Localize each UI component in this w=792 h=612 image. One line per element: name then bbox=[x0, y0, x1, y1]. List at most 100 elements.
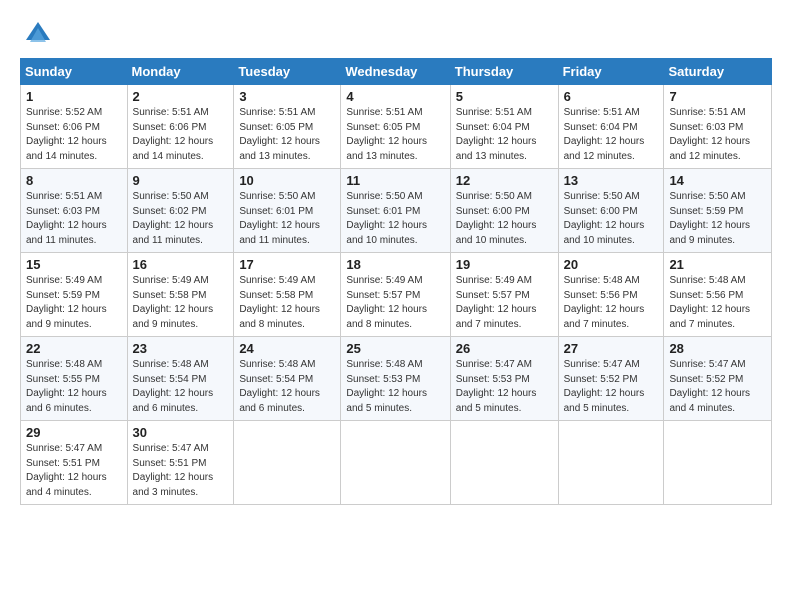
day-detail: Sunrise: 5:51 AMSunset: 6:05 PMDaylight:… bbox=[239, 107, 320, 162]
day-detail: Sunrise: 5:47 AMSunset: 5:53 PMDaylight:… bbox=[456, 359, 537, 414]
page: SundayMondayTuesdayWednesdayThursdayFrid… bbox=[0, 0, 792, 612]
header bbox=[20, 16, 772, 48]
calendar-header-row: SundayMondayTuesdayWednesdayThursdayFrid… bbox=[21, 59, 772, 85]
calendar-cell: 19 Sunrise: 5:49 AMSunset: 5:57 PMDaylig… bbox=[450, 253, 558, 337]
day-detail: Sunrise: 5:48 AMSunset: 5:56 PMDaylight:… bbox=[669, 275, 750, 330]
calendar-cell: 16 Sunrise: 5:49 AMSunset: 5:58 PMDaylig… bbox=[127, 253, 234, 337]
calendar-cell: 28 Sunrise: 5:47 AMSunset: 5:52 PMDaylig… bbox=[664, 337, 772, 421]
day-number: 2 bbox=[133, 89, 229, 104]
day-detail: Sunrise: 5:50 AMSunset: 6:00 PMDaylight:… bbox=[456, 191, 537, 246]
calendar-cell bbox=[450, 421, 558, 505]
calendar-week-row: 1 Sunrise: 5:52 AMSunset: 6:06 PMDayligh… bbox=[21, 85, 772, 169]
day-detail: Sunrise: 5:49 AMSunset: 5:57 PMDaylight:… bbox=[456, 275, 537, 330]
calendar-cell: 17 Sunrise: 5:49 AMSunset: 5:58 PMDaylig… bbox=[234, 253, 341, 337]
calendar-cell: 24 Sunrise: 5:48 AMSunset: 5:54 PMDaylig… bbox=[234, 337, 341, 421]
day-number: 25 bbox=[346, 341, 444, 356]
day-detail: Sunrise: 5:48 AMSunset: 5:55 PMDaylight:… bbox=[26, 359, 107, 414]
calendar-header-friday: Friday bbox=[558, 59, 664, 85]
calendar-cell: 7 Sunrise: 5:51 AMSunset: 6:03 PMDayligh… bbox=[664, 85, 772, 169]
day-number: 5 bbox=[456, 89, 553, 104]
calendar-cell: 18 Sunrise: 5:49 AMSunset: 5:57 PMDaylig… bbox=[341, 253, 450, 337]
day-number: 3 bbox=[239, 89, 335, 104]
calendar-header-tuesday: Tuesday bbox=[234, 59, 341, 85]
day-number: 19 bbox=[456, 257, 553, 272]
day-number: 22 bbox=[26, 341, 122, 356]
calendar-header-monday: Monday bbox=[127, 59, 234, 85]
day-detail: Sunrise: 5:48 AMSunset: 5:53 PMDaylight:… bbox=[346, 359, 427, 414]
calendar-cell: 21 Sunrise: 5:48 AMSunset: 5:56 PMDaylig… bbox=[664, 253, 772, 337]
day-detail: Sunrise: 5:49 AMSunset: 5:58 PMDaylight:… bbox=[239, 275, 320, 330]
calendar-cell: 3 Sunrise: 5:51 AMSunset: 6:05 PMDayligh… bbox=[234, 85, 341, 169]
day-detail: Sunrise: 5:48 AMSunset: 5:56 PMDaylight:… bbox=[564, 275, 645, 330]
day-detail: Sunrise: 5:51 AMSunset: 6:06 PMDaylight:… bbox=[133, 107, 214, 162]
day-detail: Sunrise: 5:50 AMSunset: 6:01 PMDaylight:… bbox=[346, 191, 427, 246]
calendar-week-row: 22 Sunrise: 5:48 AMSunset: 5:55 PMDaylig… bbox=[21, 337, 772, 421]
day-number: 12 bbox=[456, 173, 553, 188]
day-detail: Sunrise: 5:50 AMSunset: 6:00 PMDaylight:… bbox=[564, 191, 645, 246]
day-number: 7 bbox=[669, 89, 766, 104]
calendar-cell: 22 Sunrise: 5:48 AMSunset: 5:55 PMDaylig… bbox=[21, 337, 128, 421]
calendar-cell: 5 Sunrise: 5:51 AMSunset: 6:04 PMDayligh… bbox=[450, 85, 558, 169]
calendar-cell bbox=[664, 421, 772, 505]
day-detail: Sunrise: 5:47 AMSunset: 5:52 PMDaylight:… bbox=[564, 359, 645, 414]
day-number: 24 bbox=[239, 341, 335, 356]
day-detail: Sunrise: 5:51 AMSunset: 6:03 PMDaylight:… bbox=[26, 191, 107, 246]
calendar-cell: 15 Sunrise: 5:49 AMSunset: 5:59 PMDaylig… bbox=[21, 253, 128, 337]
day-number: 28 bbox=[669, 341, 766, 356]
calendar-cell: 25 Sunrise: 5:48 AMSunset: 5:53 PMDaylig… bbox=[341, 337, 450, 421]
calendar-cell: 30 Sunrise: 5:47 AMSunset: 5:51 PMDaylig… bbox=[127, 421, 234, 505]
day-detail: Sunrise: 5:51 AMSunset: 6:04 PMDaylight:… bbox=[564, 107, 645, 162]
day-number: 30 bbox=[133, 425, 229, 440]
calendar-cell: 14 Sunrise: 5:50 AMSunset: 5:59 PMDaylig… bbox=[664, 169, 772, 253]
day-number: 11 bbox=[346, 173, 444, 188]
day-number: 6 bbox=[564, 89, 659, 104]
calendar-week-row: 29 Sunrise: 5:47 AMSunset: 5:51 PMDaylig… bbox=[21, 421, 772, 505]
day-detail: Sunrise: 5:52 AMSunset: 6:06 PMDaylight:… bbox=[26, 107, 107, 162]
day-detail: Sunrise: 5:47 AMSunset: 5:51 PMDaylight:… bbox=[133, 443, 214, 498]
day-detail: Sunrise: 5:48 AMSunset: 5:54 PMDaylight:… bbox=[133, 359, 214, 414]
day-number: 13 bbox=[564, 173, 659, 188]
logo bbox=[20, 20, 52, 48]
calendar-cell bbox=[558, 421, 664, 505]
calendar-week-row: 8 Sunrise: 5:51 AMSunset: 6:03 PMDayligh… bbox=[21, 169, 772, 253]
calendar-cell: 1 Sunrise: 5:52 AMSunset: 6:06 PMDayligh… bbox=[21, 85, 128, 169]
day-number: 15 bbox=[26, 257, 122, 272]
calendar-header-saturday: Saturday bbox=[664, 59, 772, 85]
calendar-cell: 23 Sunrise: 5:48 AMSunset: 5:54 PMDaylig… bbox=[127, 337, 234, 421]
day-number: 16 bbox=[133, 257, 229, 272]
day-detail: Sunrise: 5:51 AMSunset: 6:04 PMDaylight:… bbox=[456, 107, 537, 162]
day-number: 29 bbox=[26, 425, 122, 440]
calendar-cell: 11 Sunrise: 5:50 AMSunset: 6:01 PMDaylig… bbox=[341, 169, 450, 253]
calendar-cell: 10 Sunrise: 5:50 AMSunset: 6:01 PMDaylig… bbox=[234, 169, 341, 253]
day-detail: Sunrise: 5:50 AMSunset: 5:59 PMDaylight:… bbox=[669, 191, 750, 246]
calendar-cell bbox=[341, 421, 450, 505]
calendar-cell: 8 Sunrise: 5:51 AMSunset: 6:03 PMDayligh… bbox=[21, 169, 128, 253]
day-detail: Sunrise: 5:47 AMSunset: 5:52 PMDaylight:… bbox=[669, 359, 750, 414]
calendar-cell: 29 Sunrise: 5:47 AMSunset: 5:51 PMDaylig… bbox=[21, 421, 128, 505]
day-number: 9 bbox=[133, 173, 229, 188]
day-number: 18 bbox=[346, 257, 444, 272]
day-detail: Sunrise: 5:48 AMSunset: 5:54 PMDaylight:… bbox=[239, 359, 320, 414]
day-number: 4 bbox=[346, 89, 444, 104]
calendar-cell bbox=[234, 421, 341, 505]
day-detail: Sunrise: 5:50 AMSunset: 6:01 PMDaylight:… bbox=[239, 191, 320, 246]
calendar-week-row: 15 Sunrise: 5:49 AMSunset: 5:59 PMDaylig… bbox=[21, 253, 772, 337]
calendar-cell: 13 Sunrise: 5:50 AMSunset: 6:00 PMDaylig… bbox=[558, 169, 664, 253]
calendar-header-sunday: Sunday bbox=[21, 59, 128, 85]
day-number: 1 bbox=[26, 89, 122, 104]
calendar-cell: 4 Sunrise: 5:51 AMSunset: 6:05 PMDayligh… bbox=[341, 85, 450, 169]
day-number: 21 bbox=[669, 257, 766, 272]
day-detail: Sunrise: 5:49 AMSunset: 5:58 PMDaylight:… bbox=[133, 275, 214, 330]
calendar-cell: 9 Sunrise: 5:50 AMSunset: 6:02 PMDayligh… bbox=[127, 169, 234, 253]
calendar-cell: 2 Sunrise: 5:51 AMSunset: 6:06 PMDayligh… bbox=[127, 85, 234, 169]
calendar-table: SundayMondayTuesdayWednesdayThursdayFrid… bbox=[20, 58, 772, 505]
calendar-cell: 20 Sunrise: 5:48 AMSunset: 5:56 PMDaylig… bbox=[558, 253, 664, 337]
day-number: 20 bbox=[564, 257, 659, 272]
calendar-header-wednesday: Wednesday bbox=[341, 59, 450, 85]
day-number: 10 bbox=[239, 173, 335, 188]
day-number: 26 bbox=[456, 341, 553, 356]
day-number: 8 bbox=[26, 173, 122, 188]
calendar-cell: 27 Sunrise: 5:47 AMSunset: 5:52 PMDaylig… bbox=[558, 337, 664, 421]
day-number: 27 bbox=[564, 341, 659, 356]
calendar-header-thursday: Thursday bbox=[450, 59, 558, 85]
